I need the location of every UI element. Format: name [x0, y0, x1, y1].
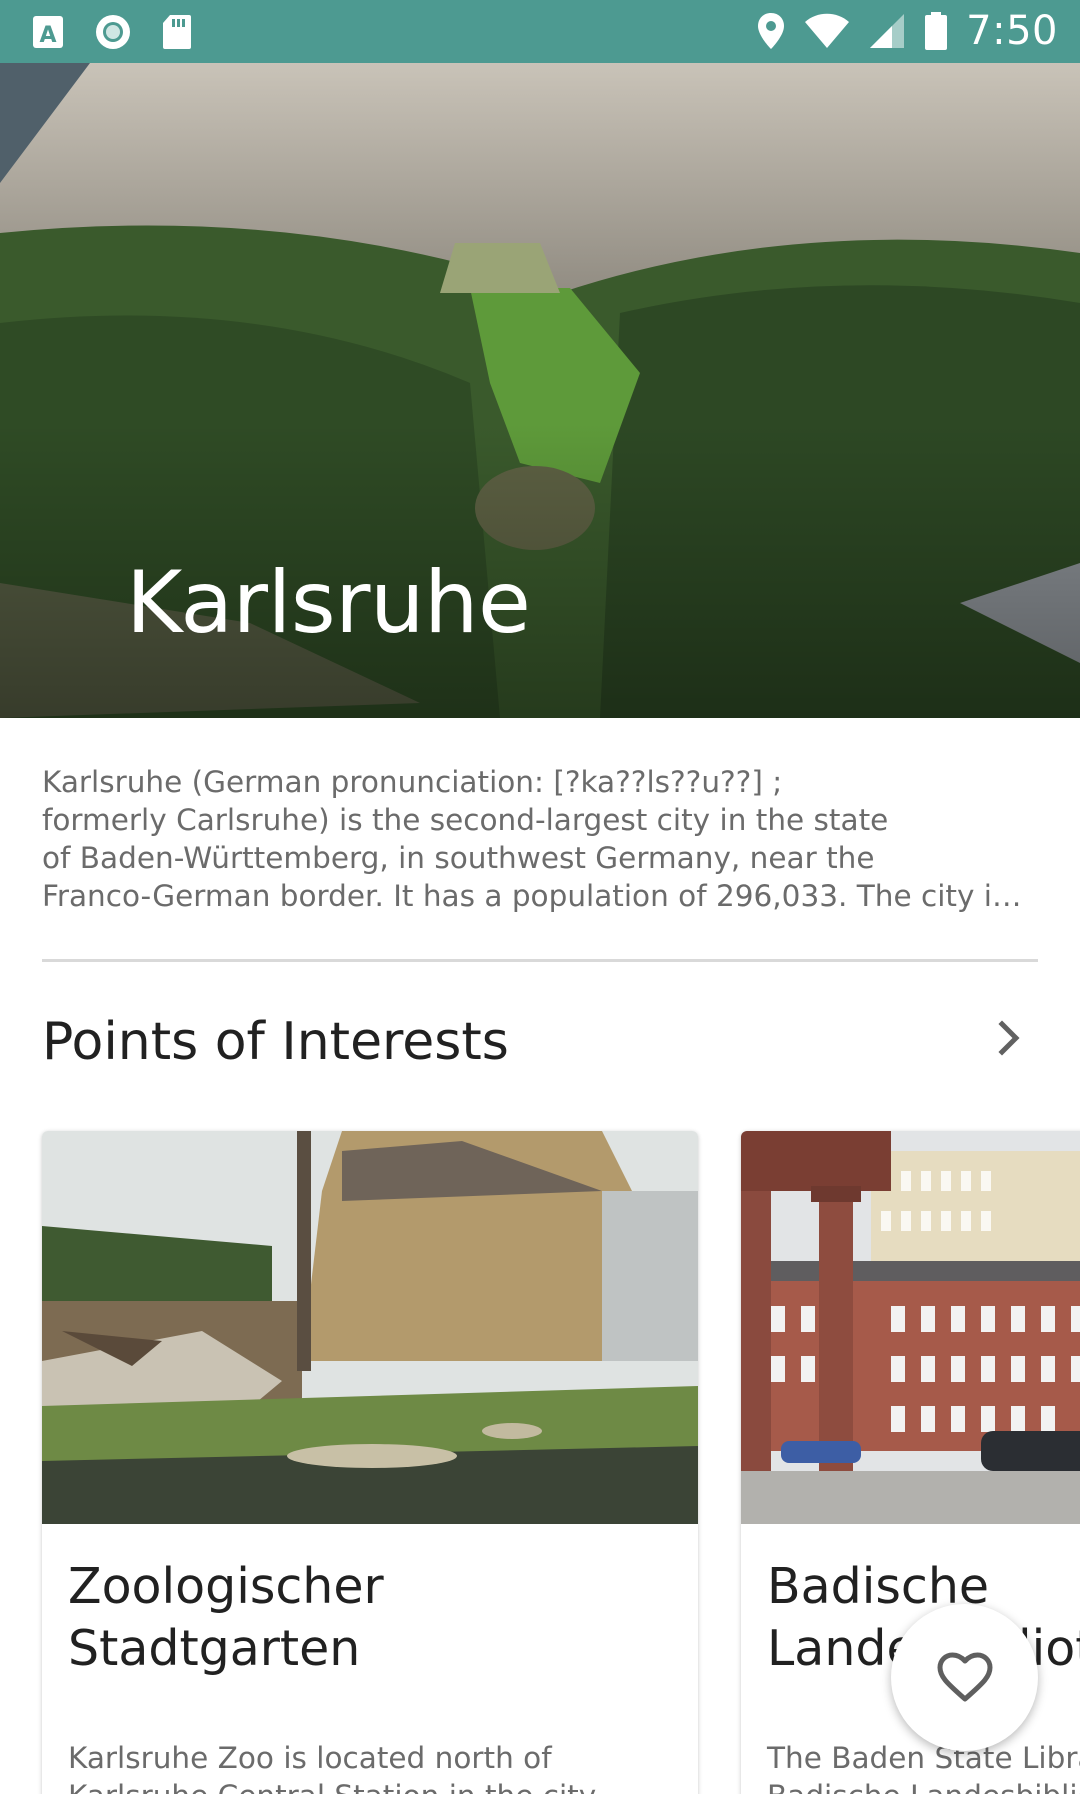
location-icon [758, 13, 785, 49]
sd-card-icon [163, 15, 191, 49]
poi-title-line: Badische [767, 1558, 990, 1615]
poi-description: Karlsruhe Zoo is located north of Karlsr… [68, 1739, 596, 1794]
city-description[interactable]: Karlsruhe (German pronunciation: [?ka??l… [42, 763, 1042, 915]
poi-description-line: The Baden State Library [767, 1741, 1080, 1775]
poi-title-line: Stadtgarten [68, 1620, 361, 1677]
zoo-photo [42, 1131, 698, 1524]
circle-icon [96, 15, 130, 49]
description-line: formerly Carlsruhe) is the second-larges… [42, 803, 889, 837]
description-line: Franco-German border. It has a populatio… [42, 879, 1022, 913]
wifi-icon [805, 13, 850, 48]
font-icon: A [33, 16, 63, 48]
notification-icons: A [32, 13, 192, 51]
poi-description-line: Karlsruhe Central Station in the city [68, 1777, 596, 1794]
library-photo [741, 1131, 1080, 1524]
hero-image: Karlsruhe [0, 63, 1080, 718]
clock: 7:50 [966, 8, 1058, 54]
section-title: Points of Interests [42, 1012, 509, 1072]
poi-description-line: Badische Landesbibliothek [767, 1777, 1080, 1794]
chevron-right-icon[interactable] [990, 1018, 1030, 1058]
poi-description-line: Karlsruhe Zoo is located north of [68, 1741, 552, 1775]
poi-image-library [741, 1131, 1080, 1524]
svg-text:A: A [39, 23, 56, 48]
description-line: Karlsruhe (German pronunciation: [?ka??l… [42, 765, 783, 799]
description-line: of Baden-Württemberg, in southwest Germa… [42, 841, 875, 875]
heart-outline-icon [937, 1652, 992, 1701]
poi-card-zoo[interactable]: Zoologischer Stadtgarten Karlsruhe Zoo i… [42, 1131, 698, 1794]
poi-title-line: Zoologischer [68, 1558, 384, 1615]
city-title: Karlsruhe [126, 553, 531, 653]
favorite-button[interactable] [891, 1604, 1038, 1751]
status-bar: A 7:50 [0, 0, 1080, 63]
poi-description: The Baden State Library Badische Landesb… [767, 1739, 1080, 1794]
poi-image-zoo [42, 1131, 698, 1524]
system-icons: 7:50 [756, 8, 1058, 54]
poi-title: Zoologischer Stadtgarten [68, 1556, 384, 1680]
divider [42, 959, 1038, 962]
battery-icon [925, 12, 948, 50]
signal-icon [870, 14, 905, 48]
